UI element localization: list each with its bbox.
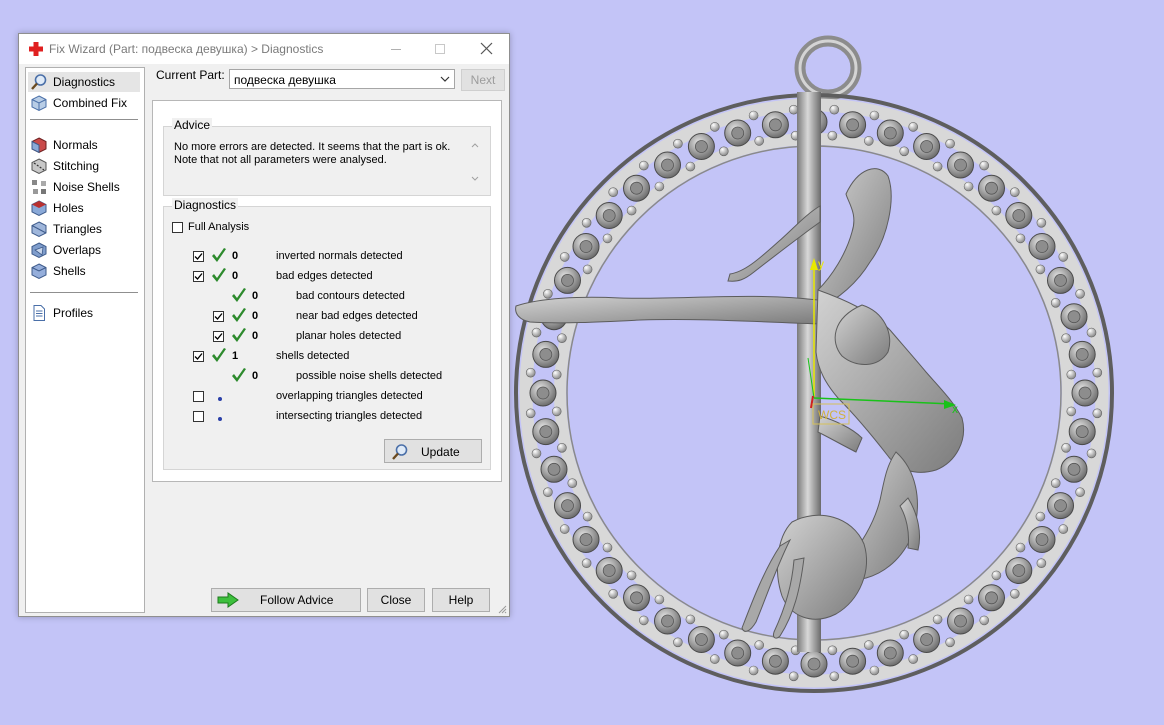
- next-button[interactable]: Next: [461, 69, 505, 91]
- row-checkbox[interactable]: [193, 251, 204, 262]
- row-checkbox[interactable]: [193, 271, 204, 282]
- title-bar[interactable]: Fix Wizard (Part: подвеска девушка) > Di…: [19, 34, 509, 64]
- nav-item-shells[interactable]: Shells: [28, 261, 140, 281]
- current-part-select[interactable]: подвеска девушка: [229, 69, 455, 89]
- shells-icon: [31, 263, 47, 280]
- green-check-icon: [232, 368, 246, 382]
- diag-row: intersecting triangles detected: [164, 409, 484, 427]
- row-checkbox[interactable]: [193, 411, 204, 422]
- holes-icon: [31, 200, 47, 217]
- diagnostics-group-title: Diagnostics: [172, 198, 239, 212]
- window-title: Fix Wizard (Part: подвеска девушка) > Di…: [49, 42, 324, 56]
- advice-group-title: Advice: [172, 118, 213, 132]
- diag-row: 1 shells detected: [164, 348, 484, 367]
- red-cross-icon: [29, 42, 43, 56]
- magnifier-icon: [31, 74, 47, 90]
- normals-icon: [31, 137, 47, 154]
- green-check-icon: [212, 248, 226, 262]
- diagnostics-group: Diagnostics Full Analysis 0 inverted nor…: [163, 198, 491, 470]
- pending-dot-icon: [218, 417, 222, 421]
- magnifier-icon: [392, 444, 408, 460]
- resize-grip-icon[interactable]: [497, 604, 507, 614]
- pendant-model[interactable]: y x WCS: [514, 35, 1114, 693]
- green-check-icon: [232, 328, 246, 342]
- nav-item-diagnostics[interactable]: Diagnostics: [28, 72, 140, 92]
- pending-dot-icon: [218, 397, 222, 401]
- minimize-button[interactable]: [373, 34, 419, 64]
- row-checkbox[interactable]: [213, 331, 224, 342]
- row-checkbox[interactable]: [193, 351, 204, 362]
- close-button[interactable]: Close: [367, 588, 425, 612]
- full-analysis-checkbox[interactable]: Full Analysis: [172, 221, 322, 239]
- advice-text: No more errors are detected. It seems th…: [174, 141, 451, 166]
- nav-item-overlaps[interactable]: Overlaps: [28, 240, 140, 260]
- row-checkbox[interactable]: [193, 391, 204, 402]
- triangles-icon: [31, 221, 47, 238]
- axis-y-label: y: [818, 257, 824, 271]
- current-part-label: Current Part:: [156, 68, 225, 82]
- green-check-icon: [232, 288, 246, 302]
- nav-separator: [30, 292, 138, 293]
- update-button[interactable]: Update: [384, 439, 482, 463]
- checkbox-unchecked[interactable]: [172, 222, 183, 233]
- wizard-nav-list: Diagnostics Combined Fix Normals Stitchi…: [25, 67, 145, 613]
- axis-x-label: x: [952, 402, 958, 416]
- nav-item-holes[interactable]: Holes: [28, 198, 140, 218]
- nav-item-stitching[interactable]: Stitching: [28, 156, 140, 176]
- nav-item-triangles[interactable]: Triangles: [28, 219, 140, 239]
- document-icon: [33, 305, 45, 321]
- diag-row: 0 bad contours detected: [164, 288, 484, 307]
- diag-row: 0 planar holes detected: [164, 328, 484, 347]
- cube-icon: [31, 95, 47, 112]
- fix-wizard-dialog: Fix Wizard (Part: подвеска девушка) > Di…: [18, 33, 510, 617]
- stitching-icon: [31, 158, 47, 175]
- diag-row: 0 inverted normals detected: [164, 248, 484, 267]
- close-window-button[interactable]: [463, 34, 509, 64]
- green-arrow-icon: [217, 592, 239, 608]
- green-check-icon: [232, 308, 246, 322]
- maximize-button[interactable]: [417, 34, 463, 64]
- advice-scrollbar[interactable]: [468, 139, 482, 185]
- nav-item-normals[interactable]: Normals: [28, 135, 140, 155]
- nav-item-noise-shells[interactable]: Noise Shells: [28, 177, 140, 197]
- diag-row: 0 near bad edges detected: [164, 308, 484, 327]
- follow-advice-button[interactable]: Follow Advice: [211, 588, 361, 612]
- green-check-icon: [212, 348, 226, 362]
- advice-group: Advice No more errors are detected. It s…: [163, 118, 491, 196]
- current-part-value: подвеска девушка: [234, 73, 336, 87]
- row-checkbox[interactable]: [213, 311, 224, 322]
- diagnostics-panel: Advice No more errors are detected. It s…: [152, 100, 502, 482]
- nav-item-combined-fix[interactable]: Combined Fix: [28, 93, 140, 113]
- overlaps-icon: [31, 242, 47, 259]
- help-button[interactable]: Help: [432, 588, 490, 612]
- diag-row: 0 bad edges detected: [164, 268, 484, 287]
- nav-separator: [30, 119, 138, 120]
- noise-shells-icon: [32, 180, 46, 194]
- nav-item-profiles[interactable]: Profiles: [28, 303, 140, 323]
- wcs-label: WCS: [818, 408, 846, 422]
- chevron-down-icon: [440, 76, 450, 82]
- diag-row: overlapping triangles detected: [164, 389, 484, 407]
- diag-row: 0 possible noise shells detected: [164, 368, 484, 387]
- green-check-icon: [212, 268, 226, 282]
